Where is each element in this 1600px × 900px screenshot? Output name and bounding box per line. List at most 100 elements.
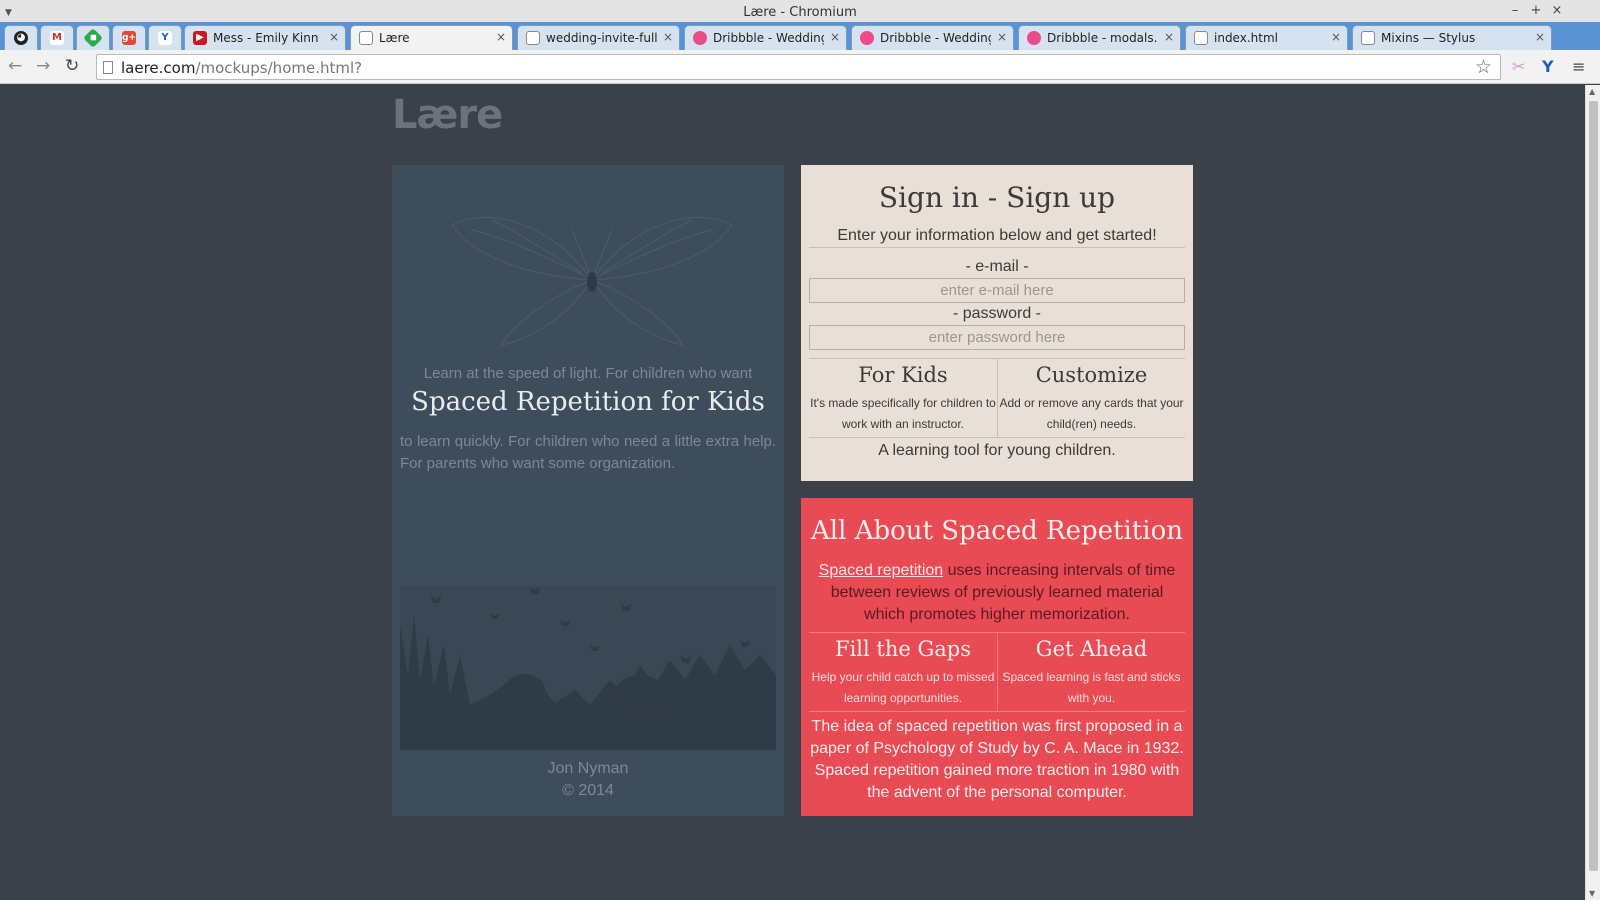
feature-customize: Customize Add or remove any cards that y…: [997, 359, 1185, 437]
tab-label: Mess - Emily Kinn: [213, 31, 319, 45]
close-window-button[interactable]: ×: [1549, 3, 1565, 18]
page-icon: [526, 31, 540, 45]
feature-title: Fill the Gaps: [835, 637, 971, 661]
feature-text: Spaced learning is fast and sticks with …: [1002, 670, 1181, 705]
dribbble-icon: [693, 31, 707, 45]
scrollbar-thumb[interactable]: [1589, 101, 1598, 871]
hero-title: Spaced Repetition for Kids: [411, 387, 765, 417]
feature-title: Customize: [1035, 363, 1148, 387]
tab-label: wedding-invite-full.: [546, 31, 657, 45]
password-label: - password -: [952, 305, 1042, 322]
signin-footer: A learning tool for young children.: [878, 442, 1116, 459]
alien-icon: ◕: [14, 31, 28, 45]
about-history: The idea of spaced repetition was first …: [810, 718, 1184, 801]
green-diamond-icon: ◆: [83, 28, 103, 48]
about-description: Spaced repetition uses increasing interv…: [809, 560, 1185, 626]
page-icon: [103, 61, 113, 74]
scroll-down-icon[interactable]: ▼: [1589, 889, 1595, 898]
about-title: All About Spaced Repetition: [811, 516, 1183, 546]
bookmark-star-icon[interactable]: ☆: [1475, 56, 1492, 78]
password-field[interactable]: [809, 325, 1185, 350]
feature-fill-the-gaps: Fill the Gaps Help your child catch up t…: [809, 633, 997, 711]
hero-tagline-bottom: to learn quickly. For children who need …: [400, 433, 776, 472]
scroll-up-icon[interactable]: ▲: [1589, 87, 1595, 96]
feature-title: Get Ahead: [1035, 637, 1148, 661]
tab-mixins-stylus[interactable]: Mixins — Stylus ×: [1352, 25, 1552, 50]
google-plus-icon: g+: [122, 31, 136, 45]
gmail-icon: M: [50, 31, 64, 45]
y-icon: Y: [158, 31, 172, 45]
tab-close-icon[interactable]: ×: [830, 30, 840, 44]
page-icon: [1361, 31, 1375, 45]
about-features: Fill the Gaps Help your child catch up t…: [809, 632, 1185, 712]
credit-year: © 2014: [562, 782, 614, 799]
maximize-button[interactable]: +: [1528, 3, 1544, 18]
dribbble-icon: [860, 31, 874, 45]
forward-arrow-icon[interactable]: →: [36, 56, 50, 76]
butterfly-illustration: [451, 216, 733, 346]
tab-label: Lære: [379, 31, 410, 45]
tab-label: index.html: [1214, 31, 1278, 45]
feature-text: Help your child catch up to missed learn…: [811, 670, 995, 705]
signin-card: Sign in - Sign up Enter your information…: [801, 165, 1193, 481]
page-icon: [1194, 31, 1208, 45]
window-title: Lære - Chromium: [743, 5, 857, 20]
hero-tagline-top: Learn at the speed of light. For childre…: [423, 365, 753, 382]
feature-text: Add or remove any cards that your child(…: [999, 396, 1184, 431]
dribbble-icon: [1027, 31, 1041, 45]
email-field[interactable]: [809, 278, 1185, 303]
tab-close-icon[interactable]: ×: [329, 30, 339, 44]
signin-intro: Enter your information below and get sta…: [809, 227, 1185, 248]
hero-panel: Learn at the speed of light. For childre…: [392, 165, 784, 816]
feature-text: It's made specifically for children to w…: [810, 396, 996, 431]
tab-label: Dribbble - Wedding: [880, 31, 991, 45]
feature-title: For Kids: [858, 363, 948, 387]
tab-close-icon[interactable]: ×: [1535, 30, 1545, 44]
tab-dribbble-modals[interactable]: Dribbble - modals.p ×: [1018, 25, 1181, 50]
extension-scissors-icon[interactable]: ✂: [1512, 57, 1525, 76]
tab-label: Mixins — Stylus: [1381, 31, 1476, 45]
menu-hamburger-icon[interactable]: ≡: [1572, 57, 1585, 76]
tab-close-icon[interactable]: ×: [496, 30, 506, 44]
tab-pinned-feedly[interactable]: ◆: [76, 25, 110, 50]
tab-pinned-gmail[interactable]: M: [40, 25, 74, 50]
tab-dribbble-wedding-1[interactable]: Dribbble - Wedding ×: [684, 25, 847, 50]
browser-toolbar: ← → ↻ laere.com/mockups/home.html? ☆ ✂ Y…: [0, 50, 1600, 84]
tab-pinned-alien[interactable]: ◕: [4, 25, 38, 50]
address-bar[interactable]: laere.com/mockups/home.html? ☆: [96, 54, 1501, 80]
feature-for-kids: For Kids It's made specifically for chil…: [809, 359, 997, 437]
spaced-repetition-link[interactable]: Spaced repetition: [819, 562, 944, 579]
tab-wedding-invite[interactable]: wedding-invite-full. ×: [517, 25, 680, 50]
tab-label: Dribbble - modals.p: [1047, 31, 1158, 45]
tab-close-icon[interactable]: ×: [1164, 30, 1174, 44]
signin-title: Sign in - Sign up: [878, 181, 1116, 214]
youtube-icon: ▶: [193, 31, 207, 45]
back-arrow-icon[interactable]: ←: [8, 56, 22, 76]
vertical-scrollbar[interactable]: ▲ ▼: [1585, 85, 1600, 900]
meadow-illustration: [400, 585, 776, 750]
about-card: All About Spaced Repetition Spaced repet…: [801, 498, 1193, 816]
tab-pinned-google-plus[interactable]: g+: [112, 25, 146, 50]
signin-features: For Kids It's made specifically for chil…: [809, 358, 1185, 438]
feature-get-ahead: Get Ahead Spaced learning is fast and st…: [997, 633, 1185, 711]
tab-youtube[interactable]: ▶ Mess - Emily Kinn ×: [184, 25, 346, 50]
reload-icon[interactable]: ↻: [65, 56, 79, 76]
extension-y-icon[interactable]: Y: [1542, 57, 1554, 76]
tab-index-html[interactable]: index.html ×: [1185, 25, 1348, 50]
tab-close-icon[interactable]: ×: [663, 30, 673, 44]
page-viewport: Lære Learn at the speed of light. For ch…: [0, 85, 1585, 900]
site-logo[interactable]: Lære: [392, 92, 503, 138]
email-label: - e-mail -: [965, 258, 1029, 275]
tab-label: Dribbble - Wedding: [713, 31, 824, 45]
credit-name: Jon Nyman: [547, 760, 629, 777]
tab-strip: ◕ M ◆ g+ Y ▶ Mess - Emily Kinn × Lære × …: [0, 22, 1600, 68]
url-text[interactable]: laere.com/mockups/home.html?: [121, 59, 362, 77]
credit: Jon Nyman © 2014: [392, 758, 784, 802]
tab-pinned-y[interactable]: Y: [148, 25, 182, 50]
page-icon: [359, 31, 373, 45]
tab-close-icon[interactable]: ×: [1331, 30, 1341, 44]
tab-close-icon[interactable]: ×: [997, 30, 1007, 44]
tab-laere[interactable]: Lære ×: [350, 25, 513, 51]
tab-dribbble-wedding-2[interactable]: Dribbble - Wedding ×: [851, 25, 1014, 50]
minimize-button[interactable]: –: [1507, 3, 1523, 18]
